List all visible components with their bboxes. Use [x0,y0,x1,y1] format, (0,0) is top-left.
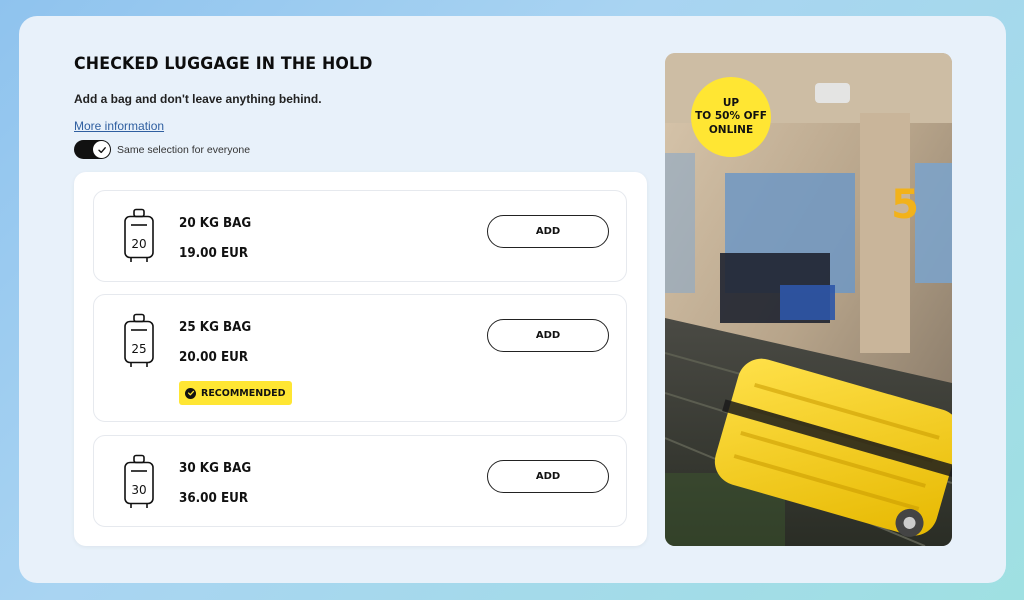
verified-check-icon [185,387,196,399]
promo-line-1: UP [722,96,740,109]
page-subtitle: Add a bag and don't leave anything behin… [74,92,322,106]
bag-price: 19.00 EUR [179,246,249,261]
suitcase-icon: 25 [124,313,154,367]
suitcase-number: 30 [131,483,146,497]
promo-line-2: TO 50% OFF [695,110,767,123]
badge-label: RECOMMENDED [201,387,286,399]
bag-option-30kg: 30 30 KG BAG 36.00 EUR ADD [93,435,627,527]
suitcase-number: 20 [131,237,146,251]
more-information-link[interactable]: More information [74,119,164,133]
bag-options-panel: 20 20 KG BAG 19.00 EUR ADD 25 25 KG BAG … [74,172,647,546]
bag-option-25kg: 25 25 KG BAG 20.00 EUR RECOMMENDED ADD [93,294,627,422]
bag-name: 20 KG BAG [179,216,252,231]
page-title: CHECKED LUGGAGE IN THE HOLD [74,54,373,74]
suitcase-icon: 30 [124,454,154,508]
toggle-knob [93,141,110,158]
bag-price: 36.00 EUR [179,491,249,506]
gate-number: 5 [891,182,919,228]
suitcase-number: 25 [131,342,146,356]
recommended-badge: RECOMMENDED [179,381,293,405]
add-30kg-bag-button[interactable]: ADD [487,460,609,493]
same-selection-toggle[interactable] [74,140,111,159]
same-selection-row: Same selection for everyone [74,140,250,159]
bag-name: 30 KG BAG [179,461,252,476]
add-25kg-bag-button[interactable]: ADD [487,319,609,352]
luggage-card: CHECKED LUGGAGE IN THE HOLD Add a bag an… [19,16,1006,583]
bag-option-20kg: 20 20 KG BAG 19.00 EUR ADD [93,190,627,282]
bag-price: 20.00 EUR [179,350,249,365]
same-selection-label: Same selection for everyone [117,143,251,156]
bag-name: 25 KG BAG [179,320,252,335]
promo-line-3: ONLINE [708,123,754,136]
checkmark-icon [97,146,106,153]
add-20kg-bag-button[interactable]: ADD [487,215,609,248]
suitcase-icon: 20 [124,208,154,262]
luggage-promo-image: 5 UP TO 50% OFF ONLINE [665,53,952,546]
promo-badge: UP TO 50% OFF ONLINE [691,77,771,157]
